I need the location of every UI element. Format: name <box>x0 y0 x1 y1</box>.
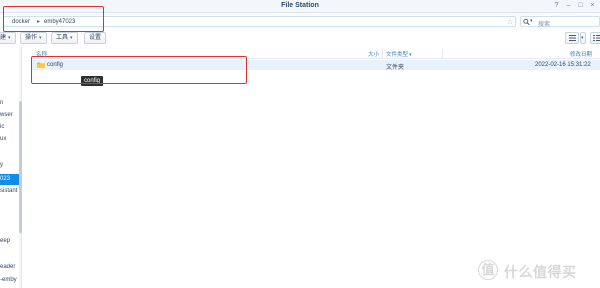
file-list: 名称 大小 文件类型▾ 修改日期 config 文件夹 2022-02-16 1… <box>31 46 600 288</box>
search-icon <box>523 18 530 26</box>
column-header-type-label: 文件类型 <box>386 52 409 58</box>
chevron-right-icon: ▸ <box>37 19 41 25</box>
sidebar-item-label: y <box>0 162 3 168</box>
search-input[interactable]: ▾ 搜索 <box>520 16 600 28</box>
sidebar-item[interactable]: eep <box>0 236 19 247</box>
sidebar-item-label: sistant <box>0 188 18 194</box>
sidebar-item[interactable]: n <box>0 98 19 109</box>
sidebar-item[interactable]: wser <box>0 110 19 121</box>
column-divider[interactable] <box>382 49 383 59</box>
sidebar-scrollbar[interactable] <box>19 46 22 288</box>
sidebar-item-label: ux <box>0 136 7 142</box>
sidebar-item-label: wser <box>0 112 13 118</box>
file-type: 文件夹 <box>386 65 405 71</box>
tools-button[interactable]: 工具 ▾ <box>51 32 78 44</box>
sidebar-item-label: 023 <box>0 176 11 182</box>
tools-button-label: 工具 <box>56 35 69 41</box>
actions-button-label: 操作 <box>25 35 38 41</box>
list-header: 名称 大小 文件类型▾ 修改日期 <box>31 49 600 59</box>
column-divider[interactable] <box>442 49 443 59</box>
maximize-button[interactable]: □ <box>576 1 585 11</box>
caret-down-icon: ▾ <box>39 35 42 41</box>
column-header-type[interactable]: 文件类型▾ <box>386 50 412 58</box>
watermark: 值 什么值得买 <box>478 260 596 282</box>
sidebar-item-label: n <box>0 100 4 106</box>
sidebar: n wser ic ux y 023 sistant eep eader -em… <box>0 46 19 288</box>
close-button[interactable]: × <box>588 1 597 11</box>
sidebar-item[interactable]: ic <box>0 122 19 133</box>
path-field[interactable]: docker ▸ emby47023 ☆ <box>3 16 516 27</box>
sidebar-item[interactable]: sistant <box>0 186 19 197</box>
settings-button[interactable]: 设置 <box>84 32 107 44</box>
watermark-logo: 值 <box>478 260 498 280</box>
column-header-size[interactable]: 大小 <box>368 50 379 58</box>
sidebar-item-label: eader <box>0 264 16 270</box>
sidebar-item[interactable]: -emby <box>0 275 19 286</box>
sidebar-item-label: eep <box>0 238 11 244</box>
file-modified: 2022-02-16 15:31:22 <box>535 62 591 68</box>
watermark-text: 什么值得买 <box>504 264 577 280</box>
sidebar-item-label: ic <box>0 124 5 130</box>
list-view-icon <box>569 35 576 41</box>
breadcrumb-emby47023[interactable]: emby47023 <box>44 19 75 25</box>
search-dropdown-icon[interactable]: ▾ <box>530 18 533 24</box>
sidebar-item[interactable]: y <box>0 160 19 171</box>
caret-down-icon: ▾ <box>581 35 584 41</box>
search-placeholder: 搜索 <box>538 22 551 28</box>
sidebar-item-label: -emby <box>0 277 17 283</box>
caret-down-icon: ▾ <box>8 35 11 41</box>
minimize-button[interactable]: – <box>564 1 573 11</box>
create-button-label: 建 <box>0 35 7 41</box>
sidebar-item[interactable]: eader <box>0 262 19 273</box>
view-dropdown-button[interactable]: ▾ <box>580 32 586 44</box>
actions-button[interactable]: 操作 ▾ <box>20 32 47 44</box>
path-bar: docker ▸ emby47023 ☆ ▾ 搜索 <box>0 13 600 30</box>
column-header-modified[interactable]: 修改日期 <box>570 50 592 58</box>
detail-view-button[interactable] <box>590 32 600 44</box>
list-view-button[interactable] <box>565 32 579 44</box>
sidebar-item-active[interactable]: 023 <box>0 174 19 185</box>
table-row[interactable]: config 文件夹 2022-02-16 15:31:22 <box>31 60 600 71</box>
help-button[interactable]: ? <box>552 1 561 11</box>
file-name-tooltip: config <box>81 76 104 86</box>
sort-arrow-icon: ▾ <box>409 52 412 58</box>
star-icon[interactable]: ☆ <box>507 18 513 26</box>
breadcrumb-docker[interactable]: docker <box>12 19 30 25</box>
toolbar: 建 ▾ 操作 ▾ 工具 ▾ 设置 ▾ <box>0 30 600 46</box>
detail-view-icon <box>593 35 600 41</box>
sidebar-scrollbar-thumb[interactable] <box>19 101 22 233</box>
caret-down-icon: ▾ <box>70 35 73 41</box>
create-button[interactable]: 建 ▾ <box>0 32 16 44</box>
column-header-name[interactable]: 名称 <box>36 50 47 58</box>
window-title: File Station <box>281 2 319 9</box>
sidebar-item[interactable]: ux <box>0 134 19 145</box>
settings-button-label: 设置 <box>89 35 102 41</box>
file-name[interactable]: config <box>47 62 63 68</box>
title-bar: File Station ? – □ × <box>0 0 600 13</box>
folder-icon <box>37 62 45 68</box>
